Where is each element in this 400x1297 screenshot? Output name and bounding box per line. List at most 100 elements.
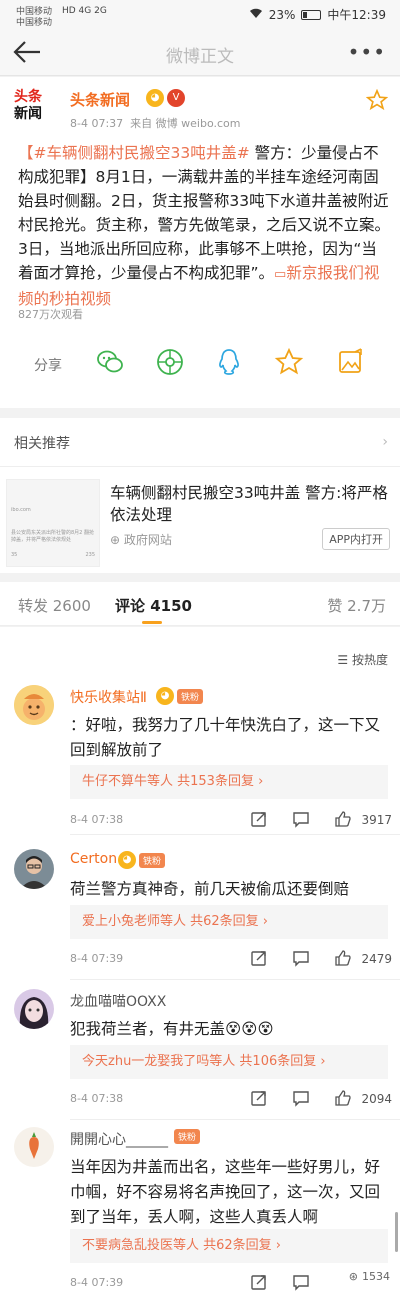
commenter-name[interactable]: 開開心心______: [70, 1129, 168, 1149]
star-outline-icon: [365, 88, 389, 111]
repost-icon[interactable]: [250, 949, 268, 967]
divider: [70, 1119, 400, 1120]
post-time: 8-4 07:37: [70, 117, 124, 130]
share-label: 分享: [34, 358, 62, 374]
comment-text: 当年因为井盖而出名，这些年一些好男儿，好巾帼，好不容易将名声挽回了，这一次，又回…: [70, 1158, 381, 1226]
comment-footer: 8-4 07:39 2479: [70, 949, 392, 969]
related-section: 相关推荐 › ibo.com 县公安局东关派出所社警的8月2 翻抢掉盖，并将严格…: [0, 418, 400, 573]
like-count: 3917: [361, 813, 392, 827]
related-header[interactable]: 相关推荐: [14, 433, 70, 453]
like-count: 2094: [361, 1092, 392, 1106]
logo-text: 新闻: [14, 106, 42, 122]
comment-time: 8-4 07:38: [70, 1092, 124, 1105]
wechat-logo-icon: ⊛: [348, 1270, 358, 1283]
comment-item: Certon ◕ 铁粉 荷兰警方真神奇，前几天被偷瓜还要倒赔 爱上小兔老师等人 …: [0, 849, 400, 989]
image-share-icon[interactable]: [335, 347, 365, 377]
commenter-name[interactable]: 龙血喵喵OOXX: [70, 991, 166, 1011]
replies-link[interactable]: 牛仔不算牛等人 共153条回复 ›: [70, 765, 388, 799]
avatar[interactable]: [14, 685, 54, 725]
post-tabs: 转发 2600 评论 4150 赞 2.7万: [0, 582, 400, 626]
comment-time: 8-4 07:38: [70, 813, 124, 826]
globe-icon: ⊕: [110, 533, 121, 547]
qq-icon[interactable]: [214, 347, 244, 377]
author-avatar[interactable]: 头条 新闻: [14, 89, 58, 129]
thumb-text: 县公安局东关派出所社警的8月2 翻抢掉盖，并将严格依法依规处: [11, 530, 94, 543]
avatar[interactable]: [14, 849, 54, 889]
comment-footer: 8-4 07:38 3917: [70, 810, 392, 830]
star-icon[interactable]: [274, 347, 304, 377]
like-icon[interactable]: [334, 1089, 352, 1107]
status-bar: 中国移动 中国移动 HD 4G 2G 23% 中午12:39: [0, 0, 400, 28]
tab-likes[interactable]: 赞 2.7万: [327, 595, 386, 616]
repost-icon[interactable]: [250, 1089, 268, 1107]
chevron-right-icon[interactable]: ›: [382, 434, 388, 450]
watermark-text: 1534: [362, 1270, 390, 1283]
nav-bar: 微博正文 •••: [0, 28, 400, 76]
open-in-app-button[interactable]: APP内打开: [322, 528, 390, 550]
replies-link[interactable]: 不要病急乱投医等人 共62条回复 ›: [70, 1229, 388, 1263]
like-icon[interactable]: [334, 949, 352, 967]
tab-indicator: [142, 621, 162, 624]
like-icon[interactable]: [334, 810, 352, 828]
thumb-url: ibo.com: [11, 507, 31, 513]
avatar[interactable]: [14, 1127, 54, 1167]
author-badges: ◕ V: [146, 89, 185, 107]
comment-time: 8-4 07:39: [70, 1276, 124, 1289]
fan-badge: 铁粉: [139, 852, 166, 868]
related-thumbnail[interactable]: ibo.com 县公安局东关派出所社警的8月2 翻抢掉盖，并将严格依法依规处 3…: [6, 479, 100, 567]
repost-icon[interactable]: [250, 1273, 268, 1291]
thumb-count: 235: [85, 552, 95, 558]
commenter-name[interactable]: 快乐收集站Ⅱ: [70, 687, 147, 707]
comment-icon[interactable]: [292, 810, 310, 828]
battery-icon: [301, 9, 322, 20]
tab-comments[interactable]: 评论 4150: [115, 595, 192, 616]
related-source-label: 政府网站: [123, 533, 172, 547]
moments-icon[interactable]: [155, 347, 185, 377]
comment-time: 8-4 07:39: [70, 952, 124, 965]
thumb-count: 35: [11, 552, 18, 558]
comment-icon[interactable]: [292, 1273, 310, 1291]
commenter-badges: ◕ 铁粉: [118, 851, 166, 869]
scrollbar[interactable]: [395, 1212, 398, 1252]
view-count: 827万次观看: [18, 308, 83, 321]
carrier-label: 中国移动: [16, 18, 53, 28]
thumb-footer: 35 235: [11, 552, 95, 559]
replies-link[interactable]: 爱上小兔老师等人 共62条回复 ›: [70, 905, 388, 939]
comment-icon[interactable]: [292, 1089, 310, 1107]
sort-button[interactable]: ☰ 按热度: [337, 651, 388, 668]
repost-icon[interactable]: [250, 810, 268, 828]
author-name[interactable]: 头条新闻: [70, 89, 130, 110]
replies-link[interactable]: 今天zhu一龙娶我了吗等人 共106条回复 ›: [70, 1045, 388, 1079]
commenter-name[interactable]: Certon: [70, 851, 117, 867]
commenter-badges: ◕ 铁粉: [156, 687, 204, 705]
related-title[interactable]: 车辆侧翻村民搬空33吨井盖 警方:将严格依法处理: [110, 482, 390, 526]
sort-icon: ☰: [337, 653, 349, 667]
post-body: 警方：少量侵占不构成犯罪】8月1日，一满载井盖的半挂车途经河南固始县时侧翻。2日…: [18, 144, 391, 282]
clock: 中午12:39: [327, 8, 386, 22]
comment-footer: 8-4 07:39: [70, 1273, 392, 1293]
more-button[interactable]: •••: [348, 40, 386, 64]
logo-text: 头条: [14, 89, 42, 105]
post-content: 【#车辆侧翻村民搬空33吨井盖# 警方：少量侵占不构成犯罪】8月1日，一满载井盖…: [18, 141, 390, 311]
sort-label: 按热度: [351, 653, 388, 667]
comment-text: 犯我荷兰者，有井无盖😵😵😵: [70, 1020, 274, 1038]
tab-repost[interactable]: 转发 2600: [18, 595, 91, 616]
verified-badge-icon: V: [167, 89, 185, 107]
vip-badge-icon: ◕: [118, 851, 136, 869]
video-link-icon: ▭: [274, 267, 287, 282]
comment-list: ☰ 按热度 快乐收集站Ⅱ ◕ 铁粉 ：好啦，我努力了几十年快洗白了，这一下又回到…: [0, 627, 400, 1297]
comment-icon[interactable]: [292, 949, 310, 967]
page-title: 微博正文: [166, 47, 234, 67]
weibo-post: 头条 新闻 头条新闻 ◕ V 8-4 07:37 来自 微博 weibo.com…: [0, 77, 400, 408]
comment-text: 荷兰警方真神奇，前几天被偷瓜还要倒赔: [70, 880, 350, 898]
avatar[interactable]: [14, 989, 54, 1029]
comment-item: 龙血喵喵OOXX 犯我荷兰者，有井无盖😵😵😵 今天zhu一龙娶我了吗等人 共10…: [0, 989, 400, 1129]
hashtag-link[interactable]: 【#车辆侧翻村民搬空33吨井盖#: [18, 144, 250, 162]
post-source: 来自 微博 weibo.com: [130, 117, 241, 130]
comment-item: 開開心心______ 铁粉 当年因为井盖而出名，这些年一些好男儿，好巾帼，好不容…: [0, 1127, 400, 1297]
divider: [0, 466, 400, 467]
signal-indicator: HD 4G 2G: [62, 6, 107, 16]
comment-footer: 8-4 07:38 2094: [70, 1089, 392, 1109]
wechat-icon[interactable]: [95, 347, 125, 377]
favorite-button[interactable]: [365, 88, 389, 111]
